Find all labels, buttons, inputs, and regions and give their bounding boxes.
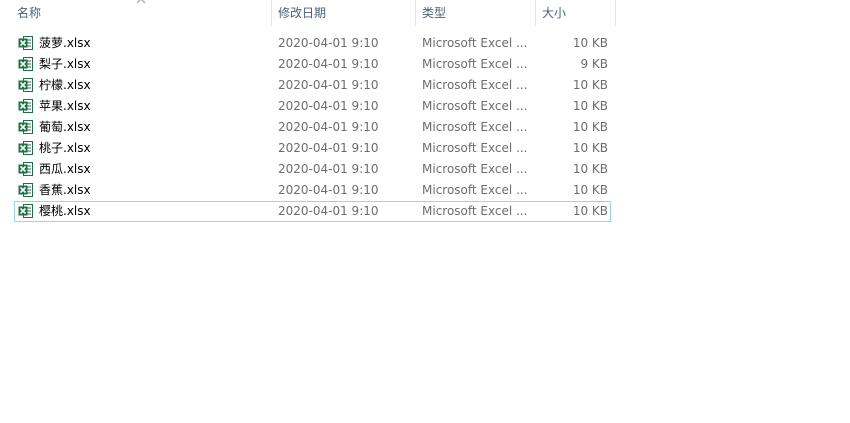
file-name-cell: 西瓜.xlsx xyxy=(18,160,268,179)
file-row[interactable]: 葡萄.xlsx 2020-04-01 9:10 Microsoft Excel … xyxy=(14,117,611,138)
file-size: 10 KB xyxy=(572,141,608,155)
file-type: Microsoft Excel ... xyxy=(422,141,528,155)
file-name: 桃子.xlsx xyxy=(39,141,91,155)
file-type: Microsoft Excel ... xyxy=(422,120,528,134)
file-row[interactable]: 西瓜.xlsx 2020-04-01 9:10 Microsoft Excel … xyxy=(14,159,611,180)
excel-file-icon xyxy=(18,98,33,113)
file-size: 9 KB xyxy=(580,57,608,71)
file-date: 2020-04-01 9:10 xyxy=(278,120,379,134)
file-name: 柠檬.xlsx xyxy=(39,78,91,92)
file-name-cell: 梨子.xlsx xyxy=(18,55,268,74)
file-date: 2020-04-01 9:10 xyxy=(278,57,379,71)
file-type: Microsoft Excel ... xyxy=(422,36,528,50)
file-type: Microsoft Excel ... xyxy=(422,57,528,71)
excel-file-icon xyxy=(18,77,33,92)
column-header-size[interactable]: 大小 xyxy=(535,0,615,26)
column-header-name[interactable]: 名称 xyxy=(11,0,270,26)
column-divider[interactable] xyxy=(615,0,622,26)
column-header-type[interactable]: 类型 xyxy=(415,0,535,26)
excel-file-icon xyxy=(18,161,33,176)
file-name-cell: 香蕉.xlsx xyxy=(18,181,268,200)
file-name-cell: 苹果.xlsx xyxy=(18,97,268,116)
file-row[interactable]: 苹果.xlsx 2020-04-01 9:10 Microsoft Excel … xyxy=(14,96,611,117)
file-type: Microsoft Excel ... xyxy=(422,183,528,197)
file-name: 樱桃.xlsx xyxy=(39,204,91,218)
file-row[interactable]: 香蕉.xlsx 2020-04-01 9:10 Microsoft Excel … xyxy=(14,180,611,201)
file-name-cell: 樱桃.xlsx xyxy=(18,202,268,221)
column-header-date[interactable]: 修改日期 xyxy=(271,0,415,26)
file-size: 10 KB xyxy=(572,183,608,197)
file-size: 10 KB xyxy=(572,99,608,113)
file-row[interactable]: 柠檬.xlsx 2020-04-01 9:10 Microsoft Excel … xyxy=(14,75,611,96)
excel-file-icon xyxy=(18,56,33,71)
file-row[interactable]: 菠萝.xlsx 2020-04-01 9:10 Microsoft Excel … xyxy=(14,33,611,54)
column-header-bar: 名称 修改日期 类型 大小 xyxy=(0,0,620,26)
file-date: 2020-04-01 9:10 xyxy=(278,183,379,197)
file-date: 2020-04-01 9:10 xyxy=(278,204,379,218)
file-size: 10 KB xyxy=(572,120,608,134)
file-name: 苹果.xlsx xyxy=(39,99,91,113)
file-list-view: 名称 修改日期 类型 大小 菠萝.xlsx 2020-04-01 9:10 Mi… xyxy=(0,0,850,423)
excel-file-icon xyxy=(18,35,33,50)
file-type: Microsoft Excel ... xyxy=(422,99,528,113)
file-date: 2020-04-01 9:10 xyxy=(278,78,379,92)
file-name-cell: 菠萝.xlsx xyxy=(18,34,268,53)
excel-file-icon xyxy=(18,203,33,218)
file-date: 2020-04-01 9:10 xyxy=(278,99,379,113)
file-name: 葡萄.xlsx xyxy=(39,120,91,134)
file-name: 菠萝.xlsx xyxy=(39,36,91,50)
file-name-cell: 葡萄.xlsx xyxy=(18,118,268,137)
file-size: 10 KB xyxy=(572,36,608,50)
file-date: 2020-04-01 9:10 xyxy=(278,36,379,50)
file-type: Microsoft Excel ... xyxy=(422,204,528,218)
file-name: 西瓜.xlsx xyxy=(39,162,91,176)
file-row[interactable]: 梨子.xlsx 2020-04-01 9:10 Microsoft Excel … xyxy=(14,54,611,75)
file-name: 梨子.xlsx xyxy=(39,57,91,71)
file-name-cell: 柠檬.xlsx xyxy=(18,76,268,95)
excel-file-icon xyxy=(18,182,33,197)
file-date: 2020-04-01 9:10 xyxy=(278,141,379,155)
file-row[interactable]: 桃子.xlsx 2020-04-01 9:10 Microsoft Excel … xyxy=(14,138,611,159)
excel-file-icon xyxy=(18,140,33,155)
file-size: 10 KB xyxy=(572,204,608,218)
file-type: Microsoft Excel ... xyxy=(422,78,528,92)
file-name-cell: 桃子.xlsx xyxy=(18,139,268,158)
file-date: 2020-04-01 9:10 xyxy=(278,162,379,176)
file-type: Microsoft Excel ... xyxy=(422,162,528,176)
excel-file-icon xyxy=(18,119,33,134)
file-row[interactable]: 樱桃.xlsx 2020-04-01 9:10 Microsoft Excel … xyxy=(14,201,611,222)
file-name: 香蕉.xlsx xyxy=(39,183,91,197)
file-size: 10 KB xyxy=(572,78,608,92)
file-size: 10 KB xyxy=(572,162,608,176)
